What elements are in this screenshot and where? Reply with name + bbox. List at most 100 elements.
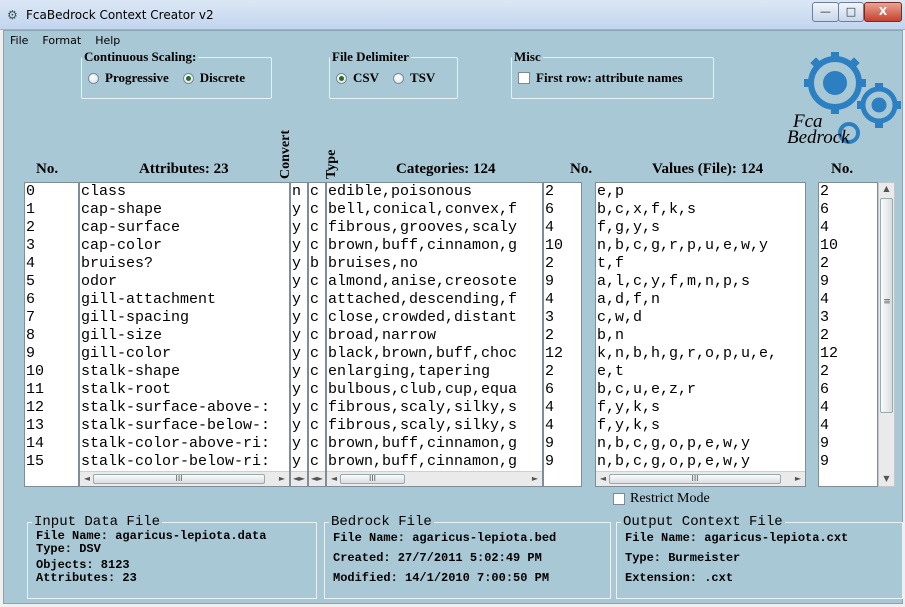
category-list[interactable]: bulbous,club,cup,equa	[327, 381, 542, 399]
category-count[interactable]: 6	[544, 381, 581, 399]
row-number[interactable]: 11	[25, 381, 78, 399]
category-count[interactable]: 3	[544, 309, 581, 327]
value-count[interactable]: 4	[819, 219, 877, 237]
type-flag[interactable]: c	[309, 327, 325, 345]
value-list[interactable]: e,p	[596, 183, 805, 201]
attributes-hscrollbar[interactable]: ◄ III ►	[80, 471, 289, 486]
attribute-name[interactable]: cap-color	[80, 237, 289, 255]
convert-flag[interactable]: y	[291, 345, 307, 363]
value-list[interactable]: n,b,c,g,o,p,e,w,y	[596, 453, 805, 471]
type-flag[interactable]: c	[309, 273, 325, 291]
value-count[interactable]: 4	[819, 417, 877, 435]
value-count[interactable]: 4	[819, 399, 877, 417]
radio-csv-dot[interactable]	[336, 72, 347, 84]
value-count[interactable]: 6	[819, 201, 877, 219]
type-flag[interactable]: c	[309, 453, 325, 471]
scroll-right-icon[interactable]: ►	[793, 474, 803, 483]
category-count[interactable]: 9	[544, 453, 581, 471]
category-list[interactable]: brown,buff,cinnamon,g	[327, 237, 542, 255]
convert-flag[interactable]: y	[291, 399, 307, 417]
type-hscrollbar[interactable]: ◄ ►	[309, 471, 325, 486]
radio-discrete-dot[interactable]	[182, 72, 194, 84]
convert-flag[interactable]: y	[291, 255, 307, 273]
category-count[interactable]: 12	[544, 345, 581, 363]
type-flag[interactable]: c	[309, 417, 325, 435]
value-count[interactable]: 2	[819, 255, 877, 273]
convert-flag[interactable]: y	[291, 363, 307, 381]
value-count[interactable]: 12	[819, 345, 877, 363]
row-number[interactable]: 8	[25, 327, 78, 345]
value-list[interactable]: a,d,f,n	[596, 291, 805, 309]
type-flag[interactable]: b	[309, 255, 325, 273]
scroll-thumb[interactable]: III	[609, 474, 781, 484]
value-list[interactable]: f,y,k,s	[596, 417, 805, 435]
category-list[interactable]: fibrous,scaly,silky,s	[327, 417, 542, 435]
close-button[interactable]: X	[864, 2, 902, 22]
value-count[interactable]: 2	[819, 183, 877, 201]
value-count[interactable]: 10	[819, 237, 877, 255]
row-number[interactable]: 14	[25, 435, 78, 453]
row-number[interactable]: 12	[25, 399, 78, 417]
category-count[interactable]: 2	[544, 183, 581, 201]
convert-flag[interactable]: y	[291, 327, 307, 345]
list-type[interactable]: ccccbccccccccccc ◄ ►	[308, 182, 326, 487]
value-count[interactable]: 4	[819, 291, 877, 309]
value-list[interactable]: f,g,y,s	[596, 219, 805, 237]
maximize-button[interactable]: □	[838, 2, 864, 22]
scroll-right-icon[interactable]: ►	[277, 474, 287, 483]
value-count[interactable]: 9	[819, 273, 877, 291]
attribute-name[interactable]: odor	[80, 273, 289, 291]
convert-flag[interactable]: y	[291, 309, 307, 327]
radio-progressive[interactable]: Progressive	[88, 70, 169, 86]
convert-hscrollbar[interactable]: ◄ ►	[291, 471, 307, 486]
scroll-right-icon[interactable]: ►	[315, 474, 325, 483]
category-count[interactable]: 6	[544, 201, 581, 219]
category-list[interactable]: broad,narrow	[327, 327, 542, 345]
category-list[interactable]: almond,anise,creosote	[327, 273, 542, 291]
category-list[interactable]: fibrous,grooves,scaly	[327, 219, 542, 237]
row-number[interactable]: 10	[25, 363, 78, 381]
radio-csv[interactable]: CSV	[336, 70, 379, 86]
type-flag[interactable]: c	[309, 399, 325, 417]
value-count[interactable]: 2	[819, 363, 877, 381]
category-list[interactable]: edible,poisonous	[327, 183, 542, 201]
scroll-left-icon[interactable]: ◄	[329, 474, 339, 483]
type-flag[interactable]: c	[309, 309, 325, 327]
value-list[interactable]: b,n	[596, 327, 805, 345]
attribute-name[interactable]: stalk-surface-below-:	[80, 417, 289, 435]
row-number[interactable]: 15	[25, 453, 78, 471]
category-list[interactable]: bell,conical,convex,f	[327, 201, 542, 219]
attribute-name[interactable]: stalk-shape	[80, 363, 289, 381]
scroll-left-icon[interactable]: ◄	[82, 474, 92, 483]
value-list[interactable]: a,l,c,y,f,m,n,p,s	[596, 273, 805, 291]
value-list[interactable]: n,b,c,g,o,p,e,w,y	[596, 435, 805, 453]
type-flag[interactable]: c	[309, 435, 325, 453]
attribute-name[interactable]: cap-shape	[80, 201, 289, 219]
attribute-name[interactable]: class	[80, 183, 289, 201]
category-count[interactable]: 9	[544, 273, 581, 291]
category-list[interactable]: bruises,no	[327, 255, 542, 273]
category-list[interactable]: attached,descending,f	[327, 291, 542, 309]
list-no[interactable]: 0 1 2 3 4 5 6 7 8 9 10 11 12 13 14 15	[24, 182, 79, 487]
convert-flag[interactable]: y	[291, 453, 307, 471]
list-value-count[interactable]: 2 6 4 10 2 9 4 3 2 12 2 6 4 4 9 9	[818, 182, 878, 487]
attribute-name[interactable]: stalk-surface-above-:	[80, 399, 289, 417]
category-count[interactable]: 2	[544, 327, 581, 345]
type-flag[interactable]: c	[309, 381, 325, 399]
value-count[interactable]: 3	[819, 309, 877, 327]
value-count[interactable]: 9	[819, 453, 877, 471]
category-count[interactable]: 9	[544, 435, 581, 453]
attribute-name[interactable]: gill-size	[80, 327, 289, 345]
row-number[interactable]: 13	[25, 417, 78, 435]
menu-format[interactable]: Format	[42, 31, 81, 51]
list-categories[interactable]: edible,poisonous bell,conical,convex,f fib…	[326, 182, 543, 487]
radio-tsv-dot[interactable]	[393, 72, 405, 84]
value-list[interactable]: t,f	[596, 255, 805, 273]
row-number[interactable]: 9	[25, 345, 78, 363]
row-number[interactable]: 7	[25, 309, 78, 327]
category-list[interactable]: brown,buff,cinnamon,g	[327, 435, 542, 453]
minimize-button[interactable]: —	[812, 2, 839, 22]
value-list[interactable]: k,n,b,h,g,r,o,p,u,e,	[596, 345, 805, 363]
row-number[interactable]: 2	[25, 219, 78, 237]
scroll-left-icon[interactable]: ◄	[598, 474, 608, 483]
